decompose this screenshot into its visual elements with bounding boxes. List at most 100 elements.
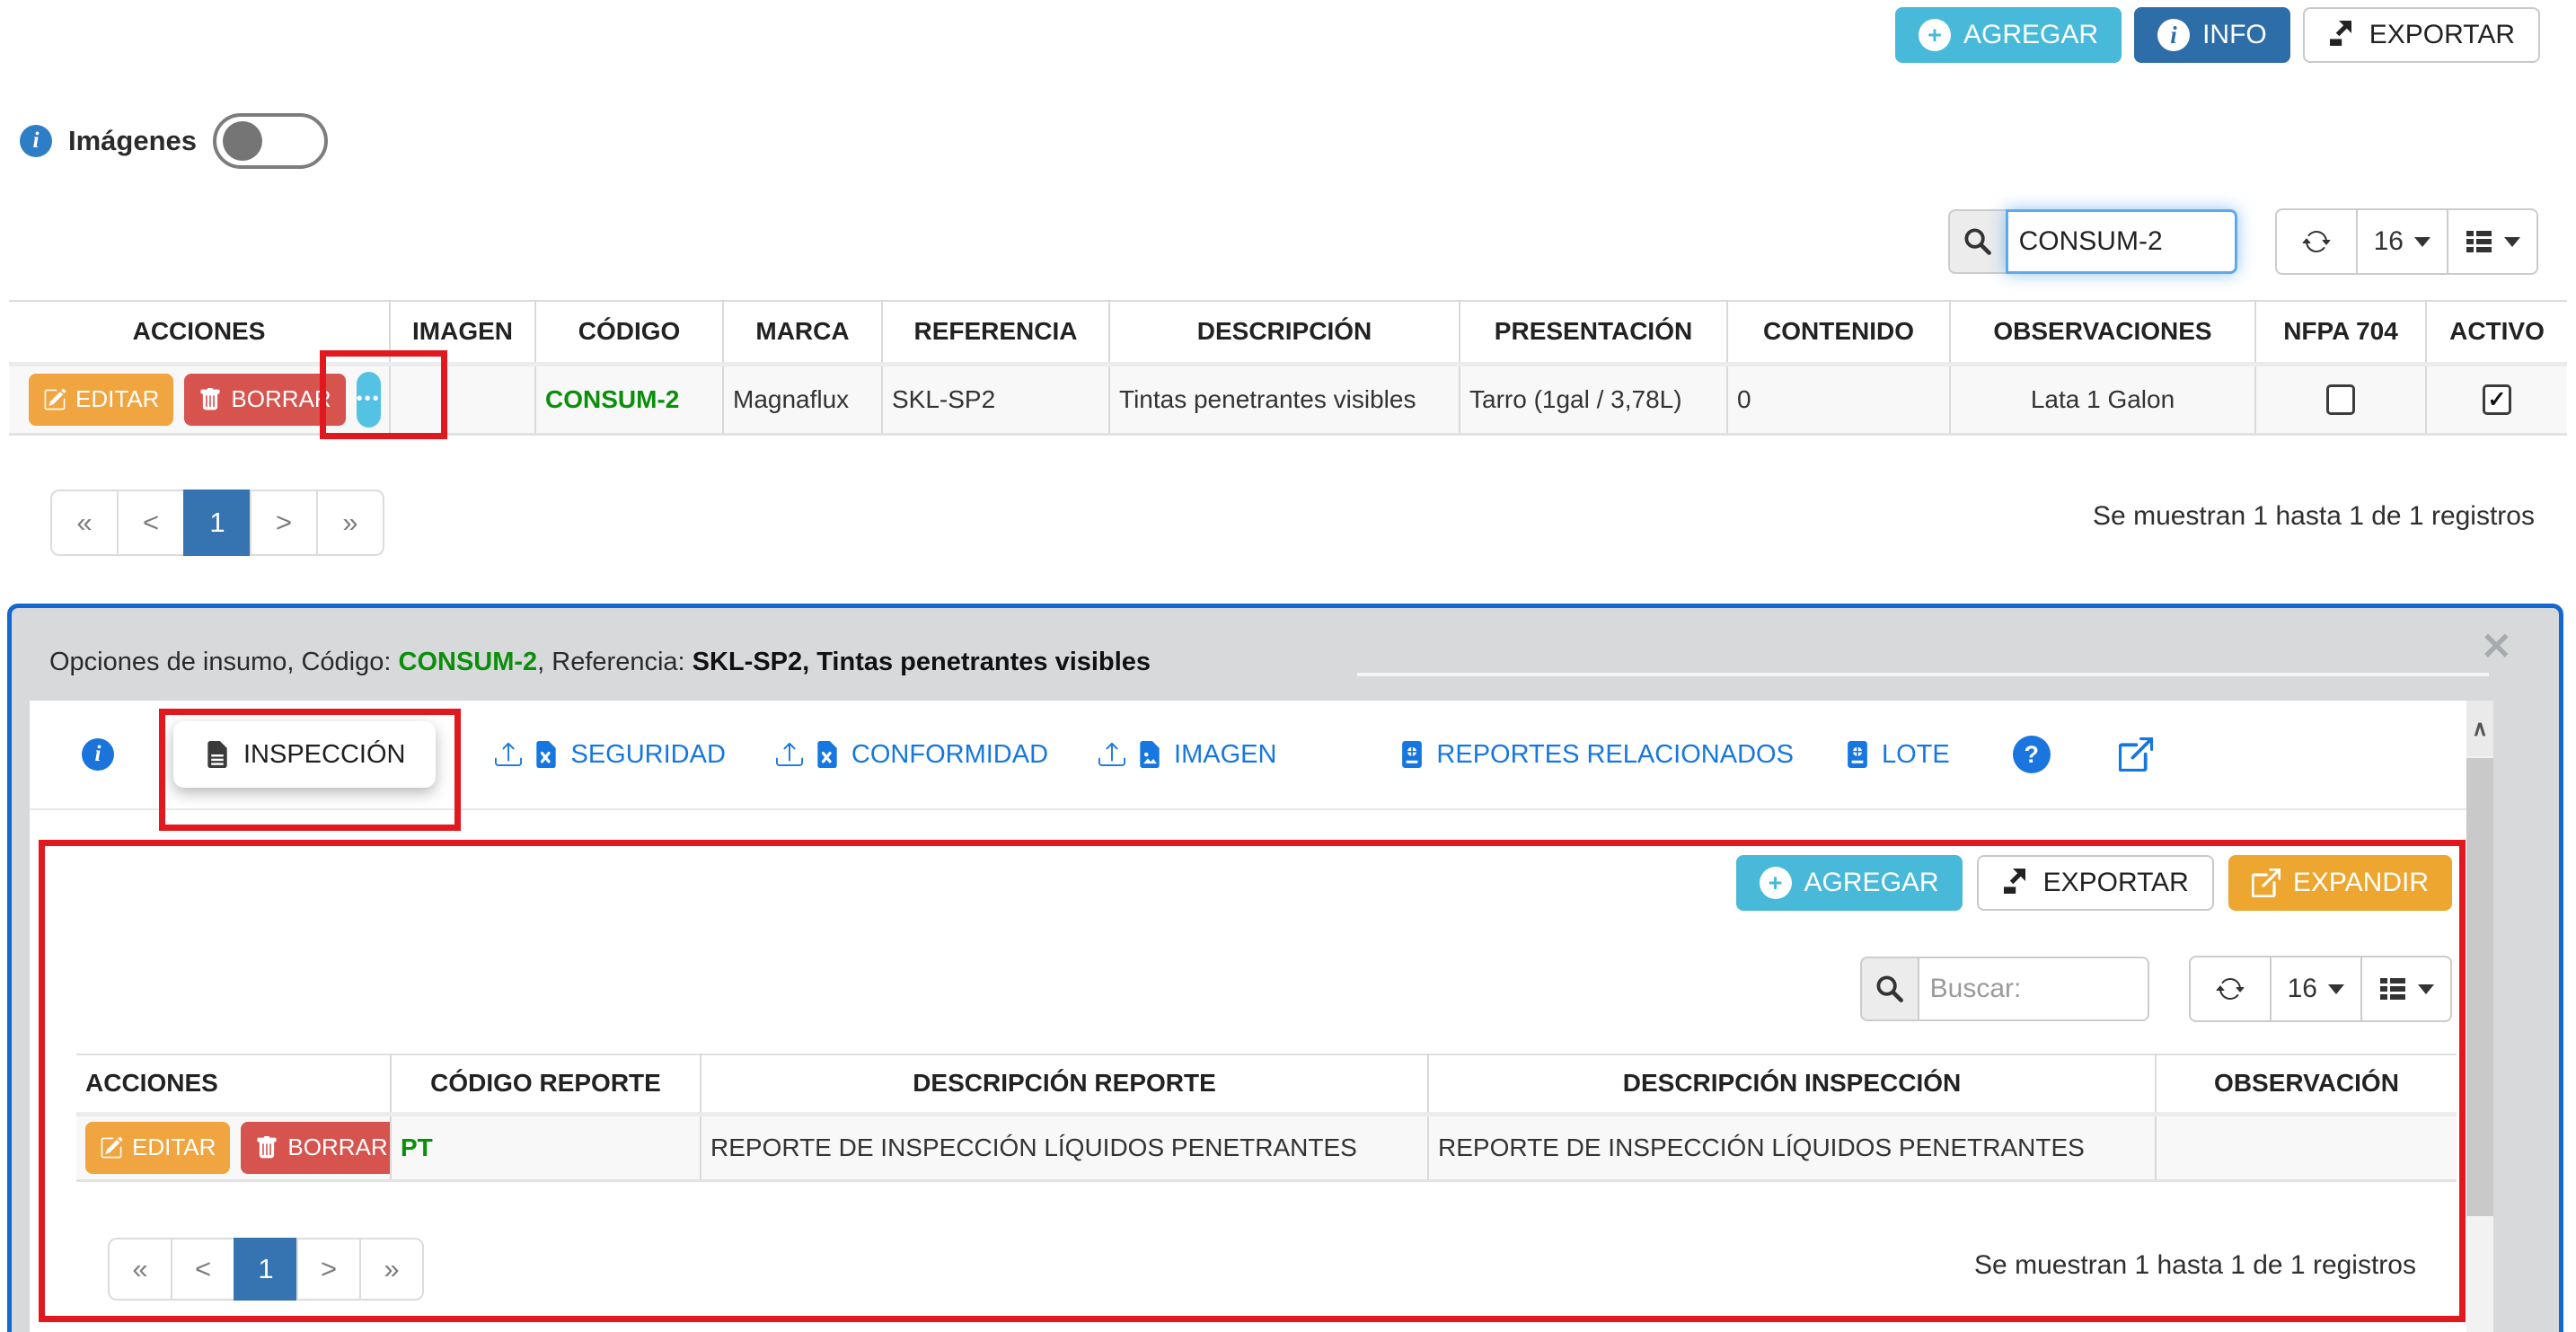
toggle-knob (223, 121, 262, 161)
ellipsis-icon: ••• (357, 389, 381, 410)
page-next-button[interactable]: > (250, 490, 318, 556)
opciones-insumo-panel: Opciones de insumo, Código: CONSUM-2, Re… (7, 604, 2563, 1332)
tab-reportes-relacionados[interactable]: REPORTES RELACIONADOS (1398, 740, 1794, 770)
cell-observaciones: Lata 1 Galon (1950, 364, 2255, 434)
agregar-button[interactable]: + AGREGAR (1895, 7, 2122, 63)
inner-pagination: « < 1 > » (108, 1238, 424, 1301)
upload-icon (1098, 740, 1125, 769)
list-icon (2378, 975, 2407, 1003)
document-icon (204, 739, 231, 770)
more-options-button[interactable]: ••• (357, 372, 381, 428)
inner-page-first-button[interactable]: « (108, 1238, 172, 1301)
inner-borrar-label: BORRAR (287, 1134, 387, 1161)
panel-scrollbar[interactable]: ∧ (2466, 701, 2493, 1332)
tab-conformidad[interactable]: CONFORMIDAD (776, 740, 1048, 770)
refresh-button[interactable] (2275, 208, 2358, 275)
header-observacion: OBSERVACIÓN (2156, 1054, 2457, 1114)
borrar-button[interactable]: BORRAR (184, 374, 345, 426)
search-icon (1875, 975, 1904, 1003)
main-pagination: « < 1 > » (50, 490, 384, 556)
tab-imagen[interactable]: IMAGEN (1098, 740, 1276, 770)
inner-page-size-dropdown[interactable]: 16 (2270, 956, 2362, 1022)
inner-toolbar: + AGREGAR EXPORTAR EXPANDIR (1736, 855, 2452, 911)
inner-refresh-button[interactable] (2189, 956, 2272, 1022)
records-summary: Se muestran 1 hasta 1 de 1 registros (2093, 501, 2535, 532)
page-last-button[interactable]: » (316, 490, 384, 556)
page-1-button[interactable]: 1 (183, 490, 251, 556)
inner-page-prev-button[interactable]: < (171, 1238, 235, 1301)
panel-title-middle: , Referencia: (537, 648, 692, 676)
scroll-up-icon[interactable]: ∧ (2466, 701, 2493, 756)
panel-title: Opciones de insumo, Código: CONSUM-2, Re… (49, 648, 1151, 677)
activo-checkbox[interactable]: ✓ (2483, 384, 2511, 415)
exportar-label: EXPORTAR (2369, 20, 2515, 50)
columns-dropdown[interactable] (2447, 208, 2538, 275)
upload-icon (495, 740, 522, 769)
plus-circle-icon: + (1919, 19, 1951, 51)
panel-body: i INSPECCIÓN (30, 701, 2493, 1332)
header-referencia: REFERENCIA (882, 301, 1109, 364)
inner-page-size-value: 16 (2288, 974, 2317, 1004)
check-icon: ✓ (2488, 387, 2507, 412)
list-icon (2465, 227, 2493, 256)
insumos-table: ACCIONES IMAGEN CÓDIGO MARCA REFERENCIA … (9, 300, 2567, 436)
tabs-info-icon[interactable]: i (82, 738, 114, 771)
inner-search-input[interactable] (1918, 957, 2149, 1021)
tab-lote[interactable]: LOTE (1844, 740, 1950, 770)
images-toggle-row: i Imágenes (20, 113, 328, 169)
tab-inspeccion[interactable]: INSPECCIÓN (173, 721, 436, 788)
cell-acciones: EDITAR BORRAR (76, 1114, 391, 1180)
header-marca: MARCA (723, 301, 882, 364)
nfpa-checkbox[interactable] (2326, 384, 2355, 415)
editar-button[interactable]: EDITAR (29, 374, 173, 426)
inner-exportar-label: EXPORTAR (2043, 868, 2189, 898)
inner-page-next-button[interactable]: > (296, 1238, 361, 1301)
search-addon (1860, 957, 1918, 1021)
cell-contenido: 0 (1727, 364, 1950, 434)
codigo-reporte-value: PT (401, 1134, 433, 1161)
page-size-dropdown[interactable]: 16 (2356, 208, 2448, 275)
table-header-row: ACCIONES IMAGEN CÓDIGO MARCA REFERENCIA … (9, 301, 2567, 364)
page-prev-button[interactable]: < (117, 490, 185, 556)
tab-seguridad[interactable]: SEGURIDAD (495, 740, 725, 770)
caret-down-icon (2414, 237, 2430, 247)
inner-page-last-button[interactable]: » (359, 1238, 424, 1301)
images-info-icon: i (20, 125, 52, 157)
cell-acciones: EDITAR BORRAR ••• (9, 364, 390, 434)
search-icon (1963, 227, 1992, 256)
passport-icon (1398, 740, 1425, 769)
inner-search-row: 16 (1860, 956, 2452, 1022)
trash-icon (255, 1136, 278, 1160)
main-search-input[interactable] (2006, 209, 2237, 274)
refresh-icon (2302, 227, 2331, 256)
help-icon[interactable]: ? (2013, 736, 2051, 773)
close-icon[interactable]: ✕ (2481, 628, 2512, 666)
export-icon (2328, 21, 2357, 49)
open-external-button[interactable] (2119, 737, 2153, 772)
inspeccion-tab-wrap: INSPECCIÓN (173, 721, 436, 788)
scrollbar-thumb[interactable] (2466, 758, 2493, 1216)
expandir-button[interactable]: EXPANDIR (2228, 855, 2452, 911)
inner-editar-label: EDITAR (132, 1134, 216, 1161)
page-first-button[interactable]: « (50, 490, 119, 556)
panel-title-reference: SKL-SP2, Tintas penetrantes visibles (693, 648, 1151, 676)
inner-agregar-button[interactable]: + AGREGAR (1736, 855, 1963, 911)
export-icon (2002, 869, 2031, 897)
main-search-group (1948, 209, 2237, 274)
exportar-button[interactable]: EXPORTAR (2303, 7, 2540, 63)
header-observaciones: OBSERVACIONES (1950, 301, 2255, 364)
inner-editar-button[interactable]: EDITAR (85, 1122, 230, 1174)
images-toggle-switch[interactable] (213, 113, 328, 169)
inner-exportar-button[interactable]: EXPORTAR (1977, 855, 2214, 911)
info-button[interactable]: i INFO (2134, 7, 2290, 63)
page-size-value: 16 (2374, 226, 2404, 257)
tab-lote-label: LOTE (1882, 740, 1950, 770)
header-acciones: ACCIONES (76, 1054, 391, 1114)
plus-circle-icon: + (1760, 867, 1792, 899)
external-link-icon (2119, 737, 2153, 772)
cell-referencia: SKL-SP2 (882, 364, 1109, 434)
inner-borrar-button[interactable]: BORRAR (241, 1122, 391, 1174)
inner-page-1-button[interactable]: 1 (234, 1238, 298, 1301)
cell-activo: ✓ (2426, 364, 2567, 434)
inner-columns-dropdown[interactable] (2360, 956, 2452, 1022)
